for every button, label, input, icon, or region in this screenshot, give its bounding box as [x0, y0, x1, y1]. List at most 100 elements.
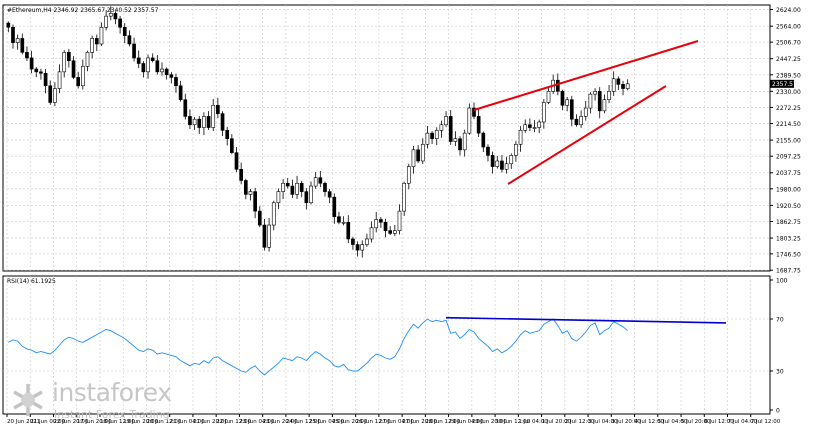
- price-tick-label: 2389.50: [776, 72, 801, 79]
- candle-bull: [453, 138, 458, 142]
- price-tick-label: 2272.25: [776, 105, 801, 112]
- candle-bear: [169, 74, 174, 78]
- chart-canvas: 2624.00 2564.00 2506.70 2447.25 2389.50 2330.…: [2, 4, 801, 425]
- candle-bull: [104, 15, 108, 28]
- rsi-tick-label: 30: [776, 369, 784, 376]
- candle-bull: [602, 99, 607, 112]
- candle-bull: [611, 78, 616, 92]
- candle-bear: [355, 244, 360, 251]
- price-tick-label: 2330.00: [776, 89, 801, 96]
- candle-bull: [565, 99, 569, 106]
- candle-bull: [495, 160, 500, 167]
- candle-bear: [206, 116, 211, 128]
- price-tick-label: 1803.25: [776, 236, 801, 243]
- candle-bear: [39, 71, 43, 74]
- candle-bear: [155, 60, 160, 73]
- candle-bear: [416, 149, 420, 162]
- candle-bull: [542, 102, 546, 123]
- candle-bear: [239, 169, 244, 181]
- candle-bear: [132, 43, 136, 59]
- candle-bear: [71, 60, 76, 78]
- candle-bear: [29, 57, 34, 70]
- candle-bear: [304, 191, 309, 204]
- candle-bear: [383, 221, 388, 231]
- candle-bear: [243, 180, 248, 195]
- candle-bull: [99, 26, 104, 45]
- candle-bear: [458, 138, 462, 151]
- watermark-tagline: Instant Forex Trading: [54, 408, 170, 421]
- rsi-panel-header: RSI(14) 61.1925: [7, 278, 56, 285]
- candle-bear: [76, 77, 81, 87]
- candle-bull: [588, 93, 593, 109]
- candle-bull: [15, 38, 20, 43]
- candle-bear: [220, 113, 225, 131]
- candle-bull: [374, 219, 379, 229]
- candle-bear: [486, 146, 490, 156]
- candle-bull: [267, 224, 271, 248]
- candle-bull: [202, 116, 206, 128]
- candle-bear: [327, 191, 332, 198]
- candle-bear: [25, 52, 29, 59]
- candle-bear: [67, 52, 71, 62]
- candle-bull: [625, 83, 630, 89]
- candle-bear: [346, 221, 351, 240]
- candle-bull: [583, 107, 588, 117]
- candle-bear: [257, 210, 262, 226]
- candle-bear: [94, 38, 99, 45]
- candle-bear: [290, 185, 295, 195]
- candle-bull: [518, 130, 523, 145]
- candle-bear: [481, 132, 486, 148]
- candle-bear: [174, 77, 178, 87]
- candle-bear: [188, 116, 192, 126]
- price-tick-label: 2037.75: [776, 170, 801, 177]
- candle-bear: [34, 68, 39, 73]
- candle-bull: [607, 91, 611, 101]
- candle-bull: [467, 107, 472, 134]
- candle-bear: [197, 118, 202, 128]
- price-tick-label: 2097.25: [776, 154, 801, 161]
- candle-bear: [337, 216, 341, 223]
- candle-bear: [476, 116, 481, 134]
- candle-bull: [593, 91, 597, 95]
- candle-bear: [560, 91, 565, 106]
- candle-bear: [43, 72, 48, 87]
- candle-bull: [80, 65, 85, 87]
- candle-bear: [448, 116, 453, 142]
- candle-bull: [462, 132, 467, 151]
- candle-bear: [253, 191, 257, 212]
- watermark-brand: instaforex: [52, 378, 172, 407]
- time-tick-label: 7 Jul 12:00: [751, 419, 781, 425]
- candle-bull: [514, 143, 518, 156]
- candle-bull: [523, 124, 528, 131]
- candle-bear: [528, 124, 532, 128]
- candle-bull: [90, 38, 94, 53]
- candle-bear: [262, 224, 267, 248]
- price-panel-frame: [2, 4, 771, 272]
- candle-bull: [532, 127, 537, 129]
- candle-bull: [444, 116, 448, 126]
- candle-bear: [285, 182, 290, 187]
- candle-bull: [406, 166, 411, 184]
- rsi-tick-label: 70: [776, 317, 784, 324]
- candle-bear: [574, 118, 579, 126]
- candle-bear: [183, 99, 188, 117]
- candle-bear: [569, 99, 574, 120]
- candle-bull: [509, 155, 514, 165]
- candle-bull: [360, 244, 365, 251]
- candle-bear: [20, 38, 25, 53]
- candle-bull: [309, 185, 313, 204]
- candle-bull: [248, 191, 253, 195]
- candle-bear: [555, 79, 560, 92]
- price-tick-label: 2214.50: [776, 121, 801, 128]
- candle-bear: [122, 26, 127, 36]
- candle-bear: [127, 35, 132, 45]
- candle-bull: [62, 52, 67, 73]
- price-tick-label: 2624.00: [776, 7, 801, 14]
- candle-bear: [351, 238, 355, 245]
- price-tick-label: 1687.75: [776, 268, 801, 275]
- candle-bull: [537, 121, 542, 128]
- candle-bear: [216, 104, 220, 114]
- candle-bull: [411, 149, 416, 167]
- candle-bull: [53, 88, 57, 103]
- candle-bear: [500, 160, 504, 170]
